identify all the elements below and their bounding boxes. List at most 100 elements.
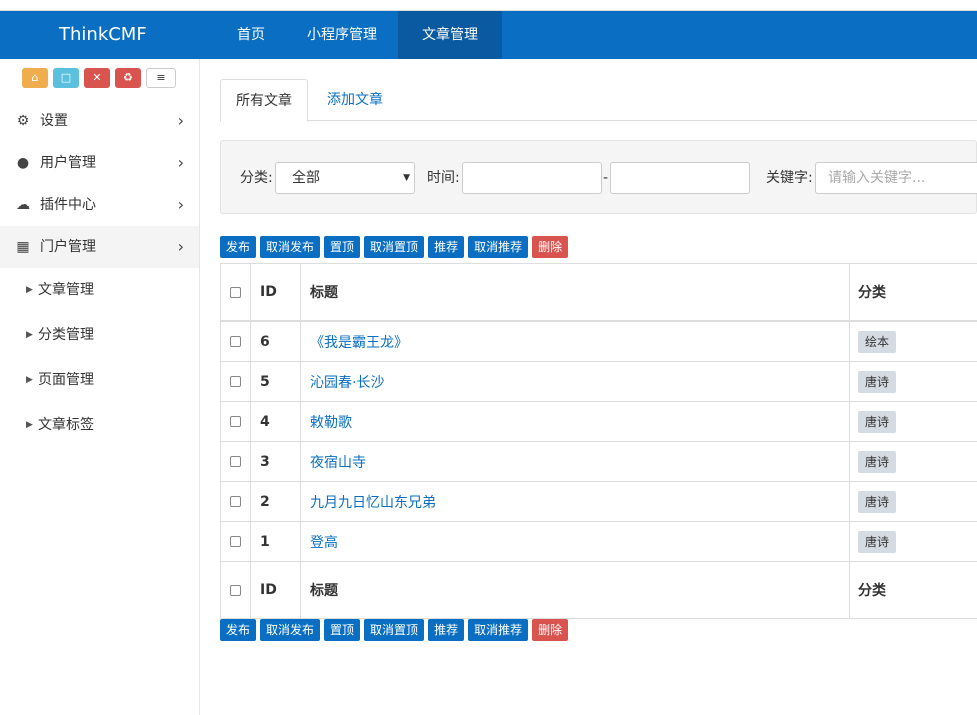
row-title-link[interactable]: 敕勒歌 (310, 412, 352, 432)
time-label: 时间: (427, 170, 460, 186)
row-title-link[interactable]: 登高 (310, 532, 338, 552)
table-header-row: ID 标题 分类 (221, 264, 977, 322)
delete-button[interactable]: 删除 (532, 236, 569, 258)
row-checkbox[interactable] (230, 336, 241, 347)
recycle-icon[interactable]: ♻ (115, 68, 141, 88)
chevron-down-icon: ▼ (403, 173, 410, 183)
tab-all-articles[interactable]: 所有文章 (220, 79, 308, 122)
row-title-cell: 夜宿山寺 (301, 442, 850, 481)
sidebar-subitem-tags[interactable]: ▶ 文章标签 (0, 403, 199, 448)
row-id: 1 (251, 522, 301, 561)
row-check-cell (221, 322, 251, 361)
row-title-cell: 沁园春·长沙 (301, 362, 850, 401)
unpin-button[interactable]: 取消置顶 (364, 236, 425, 258)
action-bar-top: 发布 取消发布 置顶 取消置顶 推荐 取消推荐 删除 (220, 236, 569, 258)
recommend-button[interactable]: 推荐 (428, 236, 465, 258)
topnav-articles[interactable]: 文章管理 (398, 11, 502, 59)
category-select-value: 全部 (292, 170, 320, 186)
table-row: 4 敕勒歌 唐诗 (221, 402, 977, 442)
category-select[interactable]: 全部 ▼ (275, 162, 415, 194)
chevron-right-icon: › (177, 153, 184, 172)
select-all-cell (221, 264, 251, 320)
select-all-checkbox[interactable] (230, 286, 241, 298)
category-badge: 唐诗 (858, 410, 897, 433)
sidebar-item-label: 插件中心 (40, 197, 96, 213)
row-category-cell: 唐诗 (850, 442, 977, 481)
publish-button[interactable]: 发布 (220, 619, 257, 641)
sidebar-subitem-label: 文章管理 (38, 282, 94, 298)
keyword-input[interactable]: 请输入关键字... (815, 162, 977, 194)
topnav-miniprogram[interactable]: 小程序管理 (286, 11, 398, 59)
row-id: 4 (251, 402, 301, 441)
footer-id: ID (251, 562, 301, 618)
chevron-right-icon: › (177, 195, 184, 214)
unpin-button[interactable]: 取消置顶 (364, 619, 425, 641)
header-id: ID (251, 264, 301, 320)
row-title-link[interactable]: 《我是霸王龙》 (310, 332, 408, 352)
sidebar-subitem-articles[interactable]: ▶ 文章管理 (0, 268, 199, 313)
row-checkbox[interactable] (230, 536, 241, 547)
category-badge: 唐诗 (858, 490, 897, 513)
category-badge: 唐诗 (858, 370, 897, 393)
topnav-home[interactable]: 首页 (216, 11, 286, 59)
end-time-input[interactable] (610, 162, 750, 194)
row-check-cell (221, 482, 251, 521)
unrecommend-button[interactable]: 取消推荐 (468, 236, 529, 258)
browser-bookmark-strip (0, 0, 977, 11)
row-id: 2 (251, 482, 301, 521)
sidebar-subitem-label: 文章标签 (38, 417, 94, 433)
row-checkbox[interactable] (230, 456, 241, 467)
start-time-input[interactable] (462, 162, 602, 194)
sidebar-item-portal[interactable]: ▦ 门户管理 › (0, 226, 199, 268)
row-id: 3 (251, 442, 301, 481)
row-checkbox[interactable] (230, 376, 241, 387)
select-all-checkbox[interactable] (230, 584, 241, 596)
publish-button[interactable]: 发布 (220, 236, 257, 258)
row-title-cell: 敕勒歌 (301, 402, 850, 441)
row-category-cell: 唐诗 (850, 402, 977, 441)
caret-right-icon: ▶ (26, 420, 33, 430)
sidebar-item-users[interactable]: ● 用户管理 › (0, 142, 199, 184)
row-checkbox[interactable] (230, 416, 241, 427)
main-content: 所有文章 添加文章 分类: 全部 ▼ 时间: - 关键字: 请输入关键字... … (220, 59, 977, 715)
category-badge: 唐诗 (858, 530, 897, 553)
delete-button[interactable]: 删除 (532, 619, 569, 641)
table-row: 6 《我是霸王龙》 绘本 (221, 322, 977, 362)
sidebar-menu: ⚙ 设置 › ● 用户管理 › ☁ 插件中心 › ▦ 门户管理 › ▶ 文章管理… (0, 100, 199, 448)
row-id: 6 (251, 322, 301, 361)
pin-button[interactable]: 置顶 (324, 236, 361, 258)
unrecommend-button[interactable]: 取消推荐 (468, 619, 529, 641)
sidebar-subitem-pages[interactable]: ▶ 页面管理 (0, 358, 199, 403)
pin-button[interactable]: 置顶 (324, 619, 361, 641)
sidebar-item-plugins[interactable]: ☁ 插件中心 › (0, 184, 199, 226)
grid-icon: ▦ (16, 239, 30, 255)
row-checkbox[interactable] (230, 496, 241, 507)
filter-bar: 分类: 全部 ▼ 时间: - 关键字: 请输入关键字... (220, 140, 977, 214)
header-title: 标题 (301, 264, 850, 320)
sidebar-item-label: 设置 (40, 113, 68, 129)
tab-add-article[interactable]: 添加文章 (312, 79, 398, 119)
caret-right-icon: ▶ (26, 330, 33, 340)
sidebar-subitem-categories[interactable]: ▶ 分类管理 (0, 313, 199, 358)
row-category-cell: 唐诗 (850, 362, 977, 401)
article-table: ID 标题 分类 6 《我是霸王龙》 绘本 5 沁园春·长沙 唐诗 4 敕勒歌 … (220, 263, 977, 619)
row-title-link[interactable]: 夜宿山寺 (310, 452, 366, 472)
category-badge: 唐诗 (858, 450, 897, 473)
recommend-button[interactable]: 推荐 (428, 619, 465, 641)
unpublish-button[interactable]: 取消发布 (260, 236, 321, 258)
unpublish-button[interactable]: 取消发布 (260, 619, 321, 641)
trash-icon[interactable]: ✕ (84, 68, 110, 88)
sidebar: ⌂ □ ✕ ♻ ≡ ⚙ 设置 › ● 用户管理 › ☁ 插件中心 › ▦ 门户管… (0, 59, 200, 715)
sidebar-item-settings[interactable]: ⚙ 设置 › (0, 100, 199, 142)
category-label: 分类: (240, 170, 273, 186)
list-icon[interactable]: ≡ (146, 68, 176, 88)
home-icon[interactable]: ⌂ (22, 68, 48, 88)
row-title-link[interactable]: 沁园春·长沙 (310, 372, 384, 392)
row-category-cell: 绘本 (850, 322, 977, 361)
sidebar-subitem-label: 分类管理 (38, 327, 94, 343)
chevron-right-icon: › (177, 237, 184, 256)
table-row: 3 夜宿山寺 唐诗 (221, 442, 977, 482)
file-icon[interactable]: □ (53, 68, 79, 88)
brand-logo[interactable]: ThinkCMF (59, 11, 147, 59)
row-title-link[interactable]: 九月九日忆山东兄弟 (310, 492, 436, 512)
